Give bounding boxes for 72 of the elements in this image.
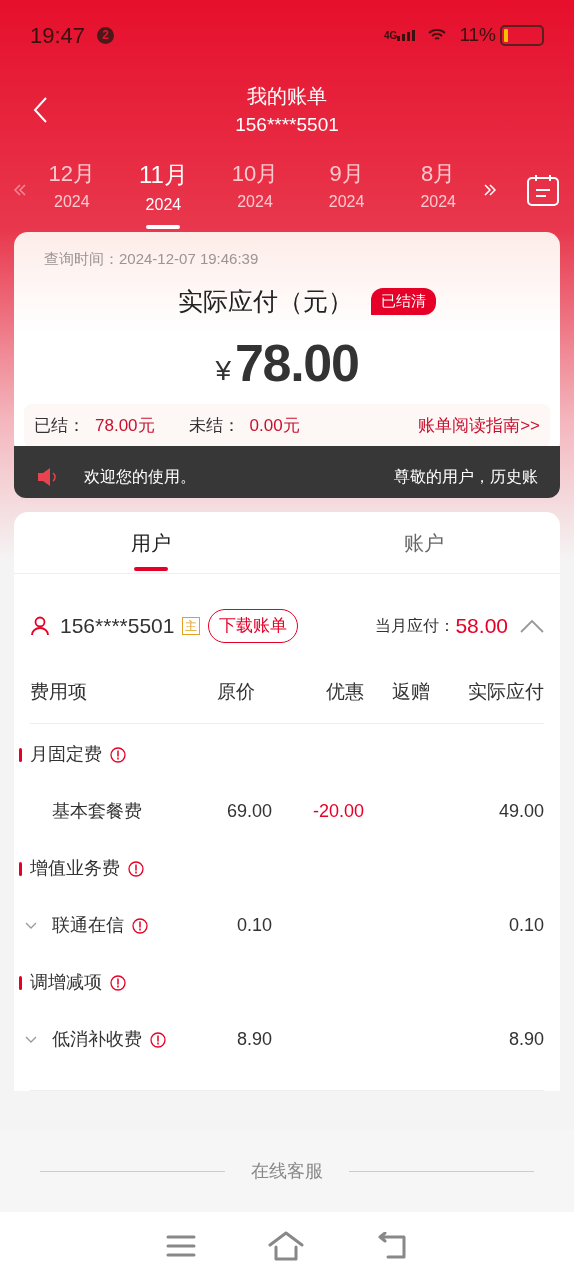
primary-tag: 主: [182, 617, 201, 635]
page-title: 我的账单: [247, 83, 327, 109]
info-icon[interactable]: [110, 746, 126, 763]
monthly-due-amount: 58.00: [455, 613, 508, 640]
query-time: 查询时间：2024-12-07 19:46:39: [44, 249, 260, 269]
chevron-down-icon[interactable]: [25, 1035, 37, 1044]
section-marker: [19, 747, 22, 762]
actual-payable: 49.00: [497, 800, 544, 823]
chevron-up-icon[interactable]: [520, 619, 544, 633]
currency-symbol: ¥: [215, 354, 231, 388]
chevron-down-icon[interactable]: [25, 921, 37, 930]
column-header: 费用项: [30, 680, 88, 704]
notice-text: 尊敬的用户，历史账: [394, 467, 538, 487]
section-title: 增值业务费: [30, 857, 120, 880]
tab[interactable]: 用户: [14, 512, 287, 573]
fee-item-label: 基本套餐费: [52, 800, 142, 823]
speaker-icon: [36, 467, 58, 487]
wifi-icon: [427, 28, 448, 42]
section-marker: [19, 861, 22, 876]
actual-payable: 8.90: [507, 1028, 544, 1051]
column-header: 返赠: [391, 680, 430, 704]
payable-title: 实际应付（元）: [178, 285, 353, 317]
fee-item-label: 低消补收费: [52, 1028, 142, 1051]
month-tab[interactable]: 11月 2024: [117, 157, 210, 223]
discount: -20.00: [311, 800, 364, 823]
month-tab[interactable]: 10月 2024: [209, 157, 301, 223]
tab[interactable]: 账户: [287, 512, 560, 573]
menu-icon[interactable]: [166, 1234, 196, 1258]
info-icon[interactable]: [150, 1031, 166, 1048]
online-service-link[interactable]: 在线客服: [251, 1157, 323, 1185]
battery-icon: [500, 24, 544, 46]
calendar-icon[interactable]: [526, 173, 560, 207]
month-tab[interactable]: 8月 2024: [392, 157, 484, 223]
section-marker: [19, 975, 22, 990]
back-icon[interactable]: [32, 96, 48, 124]
notification-badge: 2: [97, 26, 115, 44]
network-label: 4G: [384, 28, 398, 43]
section-title: 调增减项: [30, 971, 102, 994]
original-price: 8.90: [235, 1028, 272, 1051]
guide-link[interactable]: 账单阅读指南>>: [418, 413, 540, 439]
notice-text: 欢迎您的使用。: [84, 467, 196, 487]
column-header: 实际应付: [467, 680, 544, 704]
unsettled-label: 未结：: [188, 415, 240, 438]
month-tab[interactable]: 9月 2024: [300, 157, 393, 223]
tab-indicator: [133, 567, 168, 571]
phone-number: 156****5501: [235, 112, 339, 137]
original-price: 69.00: [225, 800, 272, 823]
info-icon[interactable]: [110, 974, 126, 991]
column-header: 原价: [216, 680, 256, 704]
home-icon[interactable]: [268, 1231, 304, 1261]
settled-label: 已结：: [34, 415, 85, 438]
original-price: 0.10: [235, 914, 272, 937]
unsettled-amount: 0.00元: [249, 415, 300, 438]
monthly-due-label: 当月应付：: [375, 616, 456, 636]
battery-percent: 11%: [459, 22, 496, 47]
double-chevron-right-icon[interactable]: [484, 184, 496, 196]
total-amount: 78.00: [234, 333, 359, 394]
status-time: 19:47: [30, 21, 86, 50]
selected-underline: [146, 225, 181, 229]
section-title: 月固定费: [30, 743, 102, 766]
signal-icon: [397, 29, 418, 41]
status-badge: 已结清: [371, 288, 436, 315]
back-icon[interactable]: [376, 1232, 408, 1260]
user-icon: [30, 616, 50, 636]
info-icon[interactable]: [132, 917, 148, 934]
fee-item-label: 联通在信: [52, 914, 124, 937]
column-header: 优惠: [325, 680, 364, 704]
settled-amount: 78.00元: [95, 415, 155, 438]
actual-payable: 0.10: [507, 914, 544, 937]
month-tab[interactable]: 12月 2024: [26, 157, 118, 223]
account-number: 156****5501: [60, 613, 175, 640]
info-icon[interactable]: [128, 860, 144, 877]
